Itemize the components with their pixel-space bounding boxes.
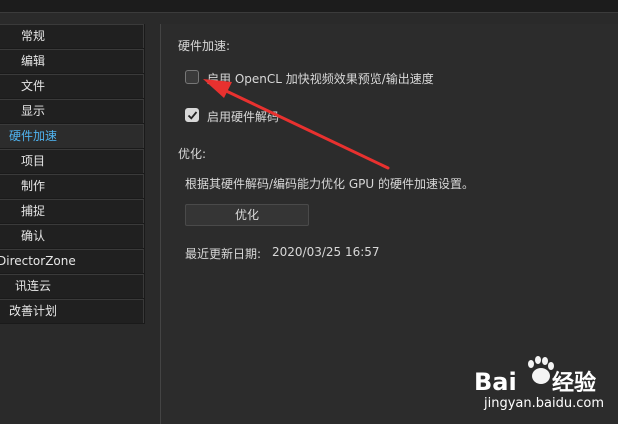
watermark-url: jingyan.baidu.com bbox=[484, 396, 604, 411]
svg-text:Bai: Bai bbox=[474, 368, 517, 396]
baidu-watermark: Bai 经验 jingyan.baidu.com bbox=[470, 352, 618, 412]
svg-text:经验: 经验 bbox=[552, 370, 596, 396]
